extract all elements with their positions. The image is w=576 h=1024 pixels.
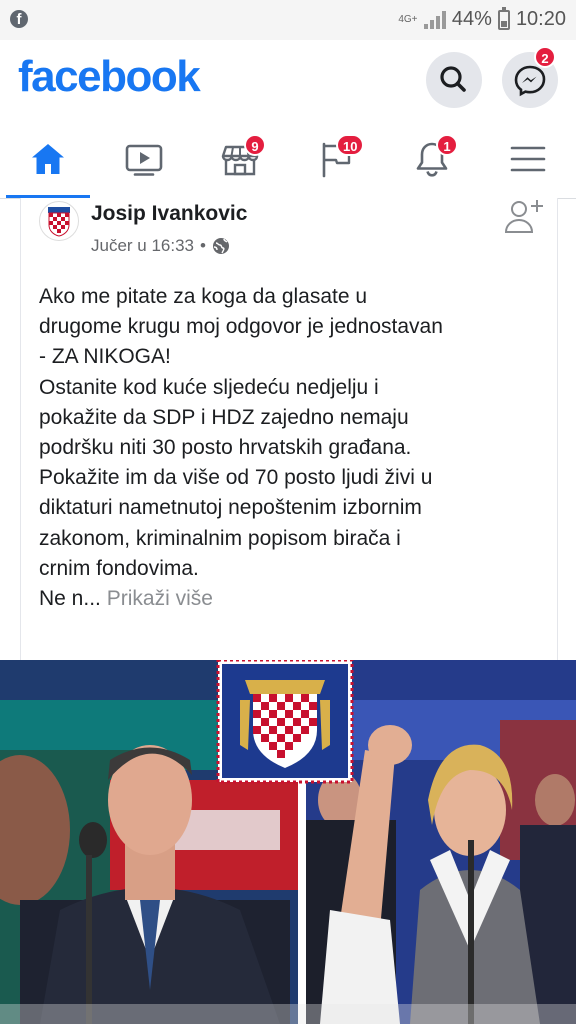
facebook-notification-icon: f [10,10,28,28]
tab-notifications[interactable]: 1 [384,122,480,198]
signal-icon [423,10,446,29]
post-line: Pokažite im da više od 70 posto ljudi ži… [39,466,433,490]
post-line: podršku niti 30 posto hrvatskih građana. [39,436,412,460]
post-line: Ostanite kod kuće sljedeću nedjelju i [39,375,379,399]
post-line: pokažite da SDP i HDZ zajedno nemaju [39,405,409,429]
tab-marketplace[interactable]: 9 [192,122,288,198]
post-body: Ako me pitate za koga da glasate u drugo… [39,282,539,614]
marketplace-badge: 9 [244,134,266,156]
post-line: drugome krugu moj odgovor je jednostavan [39,315,443,339]
globe-icon [212,238,229,254]
status-bar: f 4G+ 44% 10:20 [0,0,576,40]
home-icon [32,144,64,174]
tab-watch[interactable] [96,122,192,198]
see-more-link[interactable]: Prikaži više [107,587,213,610]
post-author[interactable]: Josip Ivankovic [91,202,247,226]
post-truncated-line: Ne n... Prikaži više [39,584,539,614]
notifications-badge: 1 [436,134,458,156]
pages-badge: 10 [336,134,365,156]
post-line: - ZA NIKOGA! [39,345,171,369]
post-line: Ako me pitate za koga da glasate u [39,285,368,308]
post-line: zakonom, kriminalnim popisom birača i [39,526,401,550]
messenger-button[interactable]: 2 [502,46,558,108]
tab-pages[interactable]: 10 [288,122,384,198]
search-icon [440,66,466,92]
post-photo[interactable] [0,660,576,1024]
meta-separator: • [200,236,206,255]
tab-home[interactable] [0,122,96,198]
menu-icon [510,146,546,172]
battery-icon [497,6,510,30]
app-header: facebook 2 [0,40,576,122]
croatian-crest-icon [48,207,70,237]
search-button[interactable] [426,52,482,108]
post-timestamp[interactable]: Jučer u 16:33 [91,236,194,256]
post-meta: Jučer u 16:33 • [91,236,230,256]
post-line: diktaturi nametnutoj nepoštenim izbornim [39,496,422,520]
clock: 10:20 [515,8,566,30]
tab-menu[interactable] [480,122,576,198]
avatar[interactable] [39,201,79,241]
add-friend-icon[interactable] [503,198,545,236]
messenger-badge: 2 [534,46,556,68]
facebook-logo[interactable]: facebook [18,52,201,102]
main-nav: 9 10 1 [0,122,576,199]
post-line: crnim fondovima. [39,556,199,580]
truncated-text: Ne n... [39,587,101,611]
network-type: 4G+ [398,13,418,25]
watch-icon [125,144,163,176]
feed-post: Josip Ivankovic Jučer u 16:33 • Ako me p… [20,198,558,660]
battery-percent: 44% [451,8,492,30]
